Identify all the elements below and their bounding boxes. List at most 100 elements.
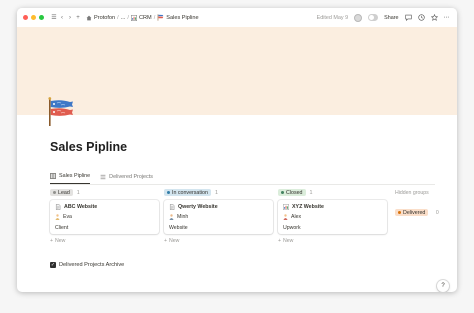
status-dot [167, 191, 170, 194]
presence-toggle[interactable] [368, 14, 379, 21]
house-icon [86, 15, 92, 20]
board-column-in-conversation: In conversation 1 Qwerty Website Minh We… [164, 188, 273, 244]
page-title[interactable]: Sales Pipline [50, 140, 127, 154]
new-label: New [55, 238, 66, 244]
status-dot [53, 191, 56, 194]
status-label: Delivered [403, 209, 426, 216]
avatar[interactable] [354, 13, 363, 22]
card-person: Minh [169, 214, 188, 220]
hidden-group-delivered[interactable]: Delivered 0 [395, 201, 439, 219]
person-name: Eva [63, 214, 72, 220]
star-icon[interactable] [430, 14, 438, 21]
breadcrumb-item-workspace[interactable]: Protofon [86, 15, 115, 21]
status-badge: Delivered [395, 209, 429, 216]
new-card-button[interactable]: + New [164, 238, 273, 244]
maximize-window-button[interactable] [39, 15, 44, 20]
board-column-closed: Closed 1 XYZ Website Alex Upwork + New [278, 188, 387, 244]
card-person: Alex [283, 214, 301, 220]
breadcrumb-item-sales-pipline[interactable]: Sales Pipline [157, 14, 199, 21]
breadcrumb-item-crm[interactable]: CRM [130, 14, 152, 21]
document-icon [55, 204, 61, 210]
window-controls [23, 15, 44, 20]
forward-arrow-icon[interactable]: › [66, 13, 74, 23]
top-bar-actions: Edited May 9 Share ··· [317, 8, 449, 27]
column-header[interactable]: In conversation 1 [164, 188, 273, 197]
status-label: Closed [286, 189, 303, 196]
status-dot [398, 211, 401, 214]
kanban-board: Lead 1 ABC Website Eva Client + New In c… [50, 188, 450, 248]
archive-toggle[interactable]: ✓ Delivered Projects Archive [50, 262, 124, 268]
document-icon [169, 204, 175, 210]
tab-sales-pipline[interactable]: Sales Pipline [50, 173, 91, 184]
edited-timestamp: Edited May 9 [316, 14, 349, 21]
column-header[interactable]: Closed 1 [278, 188, 387, 197]
card-title-row: ABC Website [55, 204, 97, 210]
new-label: New [283, 238, 294, 244]
flag-icon [157, 14, 164, 21]
plus-icon: + [278, 238, 282, 244]
comment-icon[interactable] [404, 14, 412, 21]
status-badge: In conversation [164, 189, 211, 196]
hidden-groups-label: Hidden groups [395, 190, 429, 196]
status-badge: Lead [50, 189, 73, 196]
more-options-icon[interactable]: ··· [444, 14, 450, 21]
help-button[interactable]: ? [437, 280, 449, 292]
card-type: Website [169, 225, 188, 231]
board-icon [50, 173, 56, 179]
checkbox-checked-icon[interactable]: ✓ [50, 262, 56, 268]
column-header[interactable]: Lead 1 [50, 188, 159, 197]
person-icon [55, 214, 60, 220]
tab-label: Sales Pipline [59, 173, 91, 179]
chart-icon [130, 14, 137, 21]
plus-icon: + [50, 238, 54, 244]
add-page-icon[interactable]: + [74, 13, 82, 23]
column-count: 1 [76, 189, 80, 196]
card-type: Client [55, 225, 69, 231]
column-count: 1 [309, 189, 313, 196]
breadcrumb-label: Protofon [94, 14, 116, 21]
card-title-row: Qwerty Website [169, 204, 218, 210]
card-type: Upwork [283, 225, 301, 231]
status-badge: Closed [278, 189, 306, 196]
person-icon [283, 214, 288, 220]
new-card-button[interactable]: + New [278, 238, 387, 244]
new-label: New [169, 238, 180, 244]
breadcrumb-label: CRM [138, 14, 152, 21]
status-label: In conversation [172, 189, 208, 196]
minimize-window-button[interactable] [31, 15, 36, 20]
person-icon [169, 214, 174, 220]
card-person: Eva [55, 214, 72, 220]
view-tabs: Sales Pipline Delivered Projects [50, 173, 153, 184]
column-count: 1 [214, 189, 218, 196]
back-arrow-icon[interactable]: ‹ [58, 13, 66, 23]
person-name: Minh [177, 214, 189, 220]
card-title: Qwerty Website [178, 204, 218, 210]
breadcrumb-item-ellipsis[interactable]: ... [121, 15, 126, 21]
board-column-lead: Lead 1 ABC Website Eva Client + New [50, 188, 159, 244]
clock-icon[interactable] [417, 14, 425, 21]
carp-streamer-icon[interactable] [47, 97, 77, 127]
divider [50, 184, 435, 185]
share-button[interactable]: Share [384, 15, 398, 21]
status-dot [281, 191, 284, 194]
tab-delivered-projects[interactable]: Delivered Projects [100, 173, 153, 184]
board-card[interactable]: XYZ Website Alex Upwork [278, 200, 387, 234]
board-card[interactable]: ABC Website Eva Client [50, 200, 159, 234]
close-window-button[interactable] [23, 15, 28, 20]
sidebar-toggle-icon[interactable]: ☰ [50, 13, 58, 23]
new-card-button[interactable]: + New [50, 238, 159, 244]
app-window: ☰ ‹ › + Protofon / ... / CRM / Sales Pip… [17, 8, 457, 292]
plus-icon: + [164, 238, 168, 244]
breadcrumb-label: Sales Pipline [166, 14, 199, 21]
person-name: Alex [291, 214, 302, 220]
chart-icon [283, 204, 289, 210]
breadcrumb-label: ... [120, 14, 126, 21]
card-title: ABC Website [64, 204, 98, 210]
list-icon [100, 174, 106, 179]
top-bar: ☰ ‹ › + Protofon / ... / CRM / Sales Pip… [17, 8, 457, 27]
board-card[interactable]: Qwerty Website Minh Website [164, 200, 273, 234]
column-count: 0 [435, 210, 439, 216]
status-label: Lead [58, 189, 70, 196]
page-cover[interactable] [17, 27, 457, 115]
tab-label: Delivered Projects [109, 173, 153, 180]
